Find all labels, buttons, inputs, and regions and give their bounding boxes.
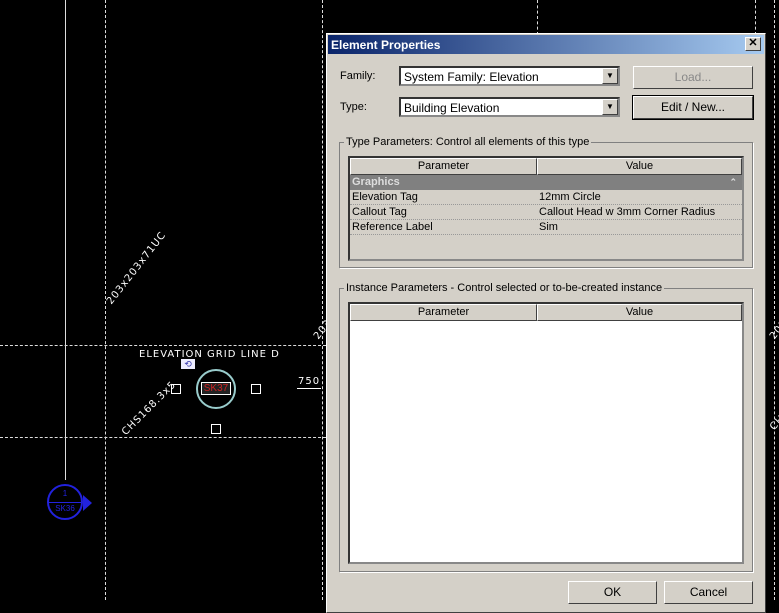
close-icon[interactable]: ✕ — [745, 37, 761, 51]
grid-line — [537, 0, 538, 35]
param-name: Reference Label — [352, 221, 433, 233]
table-row[interactable]: Elevation Tag 12mm Circle — [350, 190, 742, 205]
collapse-icon[interactable]: ⌃ — [729, 175, 737, 190]
tag-divider — [49, 502, 81, 503]
dimension-label: 750 — [298, 376, 321, 387]
column-header-parameter[interactable]: Parameter — [350, 304, 537, 321]
type-label: Type: — [340, 101, 367, 113]
dialog-titlebar[interactable]: Element Properties ✕ — [328, 35, 764, 54]
column-header-parameter[interactable]: Parameter — [350, 158, 537, 175]
type-select[interactable]: Building Elevation ▼ — [399, 97, 620, 117]
chevron-down-icon[interactable]: ▼ — [602, 68, 618, 84]
element-properties-dialog: Element Properties ✕ Family: System Fami… — [326, 33, 766, 613]
table-row[interactable]: Reference Label Sim — [350, 220, 742, 235]
grid-line — [774, 0, 775, 600]
flip-icon[interactable]: ⟲ — [181, 359, 195, 369]
elevation-tag-selected[interactable]: SK37 — [196, 369, 236, 409]
grid-line-solid — [65, 0, 66, 480]
instance-parameters-legend: Instance Parameters - Control selected o… — [346, 282, 663, 294]
elevation-label: ELEVATION GRID LINE D — [139, 349, 280, 360]
grid-line — [0, 437, 326, 438]
column-header-value[interactable]: Value — [537, 158, 742, 175]
param-value[interactable]: 12mm Circle — [537, 190, 601, 204]
edit-new-button[interactable]: Edit / New... — [632, 95, 754, 120]
dimension-line — [297, 388, 321, 389]
elevation-tag-label: SK36 — [55, 504, 75, 513]
grid-line — [0, 345, 326, 346]
instance-parameters-table[interactable]: Parameter Value — [348, 302, 744, 564]
cancel-button[interactable]: Cancel — [664, 581, 753, 604]
param-name: Callout Tag — [352, 206, 407, 218]
ok-button[interactable]: OK — [568, 581, 657, 604]
family-select[interactable]: System Family: Elevation ▼ — [399, 66, 620, 86]
family-label: Family: — [340, 70, 376, 82]
group-header-graphics[interactable]: Graphics ⌃ — [350, 175, 742, 190]
param-value[interactable]: Callout Head w 3mm Corner Radius — [537, 205, 715, 219]
elevation-tag[interactable]: 1 SK36 — [47, 484, 83, 520]
family-value: System Family: Elevation — [404, 70, 539, 84]
grip-handle[interactable] — [171, 384, 181, 394]
grid-line — [755, 0, 756, 35]
param-name: Elevation Tag — [352, 191, 418, 203]
beam-label: CHS168.3x5 — [120, 379, 179, 438]
group-label: Graphics — [352, 176, 400, 188]
chevron-down-icon[interactable]: ▼ — [602, 99, 618, 115]
grip-handle[interactable] — [251, 384, 261, 394]
type-parameters-legend: Type Parameters: Control all elements of… — [346, 136, 590, 148]
column-header-value[interactable]: Value — [537, 304, 742, 321]
grip-handle[interactable] — [211, 424, 221, 434]
elevation-tag-number: 1 — [62, 489, 68, 498]
beam-label: 203x203x71UC — [105, 229, 169, 307]
dialog-title: Element Properties — [331, 38, 441, 52]
type-parameters-table[interactable]: Parameter Value Graphics ⌃ Elevation Tag 12… — [348, 156, 744, 261]
elevation-tag-label: SK37 — [201, 382, 231, 395]
grid-line — [322, 0, 323, 600]
elevation-arrow-icon — [83, 495, 92, 511]
type-value: Building Elevation — [404, 101, 500, 115]
table-row[interactable]: Callout Tag Callout Head w 3mm Corner Rad… — [350, 205, 742, 220]
param-value[interactable]: Sim — [537, 220, 558, 234]
load-button[interactable]: Load... — [633, 66, 753, 89]
